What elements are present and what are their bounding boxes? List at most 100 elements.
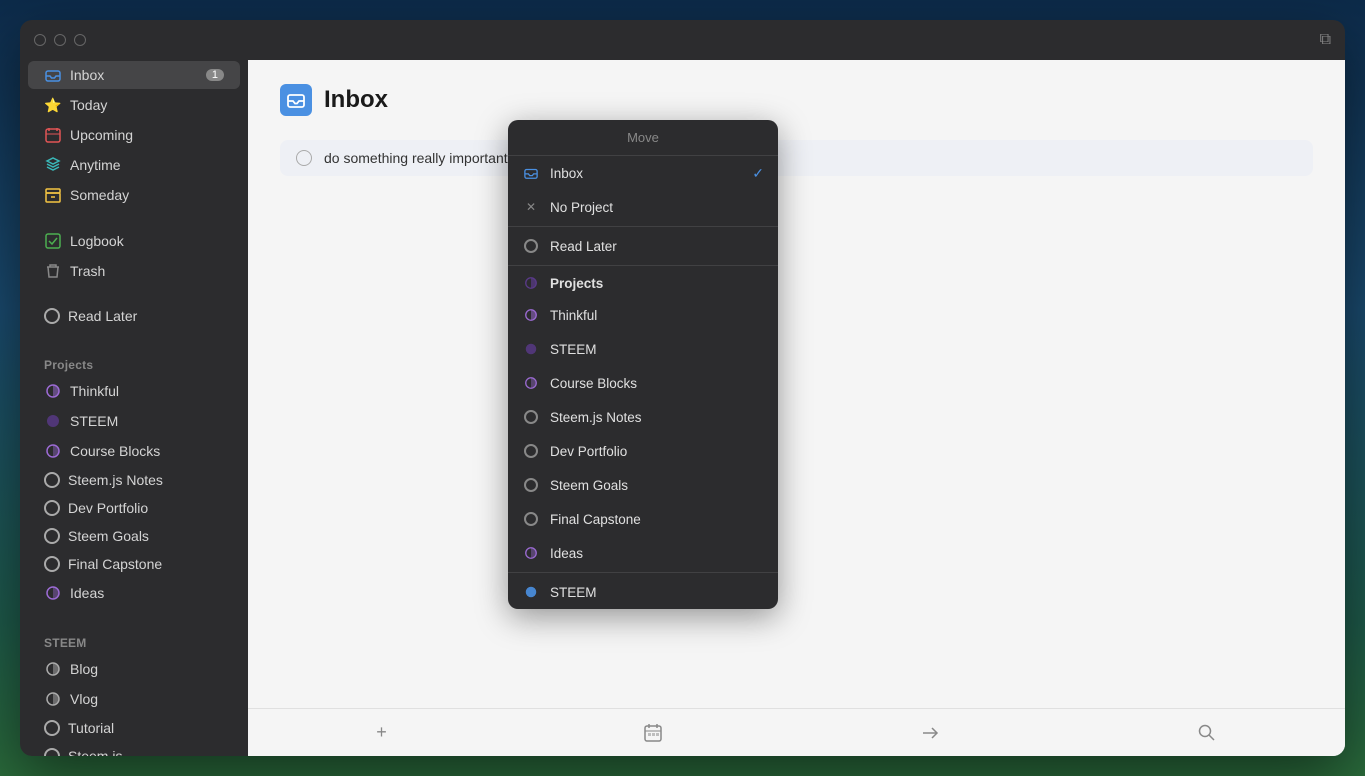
bottom-toolbar: + <box>248 708 1345 756</box>
sidebar-item-upcoming[interactable]: Upcoming <box>28 121 240 149</box>
popup-divider-2 <box>508 265 778 266</box>
popup-item-steem-js-notes[interactable]: Steem.js Notes <box>508 400 778 434</box>
sidebar-item-today[interactable]: ⭐ Today <box>28 91 240 119</box>
sidebar-item-thinkful[interactable]: Thinkful <box>28 377 240 405</box>
popup-item-no-project[interactable]: ✕ No Project <box>508 190 778 224</box>
popup-item-steem-area[interactable]: STEEM <box>508 575 778 609</box>
sidebar-item-label: Someday <box>70 187 129 203</box>
sidebar-item-label: Logbook <box>70 233 124 249</box>
sidebar-item-someday[interactable]: Someday <box>28 181 240 209</box>
maximize-button[interactable] <box>74 34 86 46</box>
steem-project-icon <box>44 412 62 430</box>
read-later-icon <box>44 308 60 324</box>
popup-item-label: Ideas <box>550 546 583 561</box>
window-control-icon[interactable]: ⧉ <box>1320 31 1331 49</box>
sidebar-item-label: Ideas <box>70 585 104 601</box>
sidebar-item-steem-goals[interactable]: Steem Goals <box>28 523 240 549</box>
main-area: Inbox 1 ⭐ Today Upcoming <box>20 60 1345 756</box>
popup-read-later-icon <box>522 237 540 255</box>
sidebar-item-label: Steem.js <box>68 748 122 756</box>
sidebar-item-ideas[interactable]: Ideas <box>28 579 240 607</box>
popup-thinkful-icon <box>522 306 540 324</box>
sidebar-item-dev-portfolio[interactable]: Dev Portfolio <box>28 495 240 521</box>
layers-icon <box>44 156 62 174</box>
popup-item-thinkful[interactable]: Thinkful <box>508 298 778 332</box>
add-button[interactable]: + <box>356 714 407 751</box>
popup-ideas-icon <box>522 544 540 562</box>
close-button[interactable] <box>34 34 46 46</box>
inbox-icon <box>44 66 62 84</box>
popup-item-inbox[interactable]: Inbox ✓ <box>508 156 778 190</box>
sidebar-item-steem-project[interactable]: STEEM <box>28 407 240 435</box>
popup-projects-icon <box>522 274 540 292</box>
course-blocks-icon <box>44 442 62 460</box>
popup-item-label: Dev Portfolio <box>550 444 627 459</box>
popup-item-ideas[interactable]: Ideas <box>508 536 778 570</box>
popup-section-projects: Projects <box>508 268 778 298</box>
sidebar-item-blog[interactable]: Blog <box>28 655 240 683</box>
sidebar-item-anytime[interactable]: Anytime <box>28 151 240 179</box>
popup-item-dev-portfolio[interactable]: Dev Portfolio <box>508 434 778 468</box>
sidebar-item-label: Steem Goals <box>68 528 149 544</box>
popup-item-label: STEEM <box>550 342 597 357</box>
sidebar-item-label: Steem.js Notes <box>68 472 163 488</box>
blog-icon <box>44 660 62 678</box>
popup-divider-1 <box>508 226 778 227</box>
popup-item-label: Read Later <box>550 239 617 254</box>
search-button[interactable] <box>1177 715 1237 751</box>
check-mark-icon: ✓ <box>752 165 764 182</box>
popup-course-blocks-icon <box>522 374 540 392</box>
content-area: Inbox do something really important + <box>248 60 1345 756</box>
sidebar-item-read-later[interactable]: Read Later <box>28 303 240 329</box>
popup-inbox-icon <box>522 164 540 182</box>
popup-steem-area-icon <box>522 583 540 601</box>
sidebar-item-steem-js-notes[interactable]: Steem.js Notes <box>28 467 240 493</box>
sidebar: Inbox 1 ⭐ Today Upcoming <box>20 60 248 756</box>
sidebar-item-label: Final Capstone <box>68 556 162 572</box>
task-item[interactable]: do something really important <box>280 140 1313 176</box>
inbox-badge: 1 <box>206 69 224 81</box>
sidebar-item-label: Vlog <box>70 691 98 707</box>
popup-item-label: Steem.js Notes <box>550 410 642 425</box>
sidebar-item-label: Dev Portfolio <box>68 500 148 516</box>
sidebar-item-label: Blog <box>70 661 98 677</box>
popup-projects-header: Projects <box>550 276 603 291</box>
sidebar-item-tutorial[interactable]: Tutorial <box>28 715 240 741</box>
sidebar-item-label: Tutorial <box>68 720 114 736</box>
sidebar-item-logbook[interactable]: Logbook <box>28 227 240 255</box>
sidebar-item-inbox[interactable]: Inbox 1 <box>28 61 240 89</box>
popup-item-course-blocks[interactable]: Course Blocks <box>508 366 778 400</box>
popup-item-steem-goals[interactable]: Steem Goals <box>508 468 778 502</box>
popup-item-label: Steem Goals <box>550 478 628 493</box>
sidebar-item-label: Trash <box>70 263 105 279</box>
sidebar-item-label: Course Blocks <box>70 443 160 459</box>
popup-item-steem[interactable]: STEEM <box>508 332 778 366</box>
popup-item-label: Inbox <box>550 166 583 181</box>
sidebar-item-final-capstone[interactable]: Final Capstone <box>28 551 240 577</box>
popup-steem-js-notes-icon <box>522 408 540 426</box>
sidebar-item-label: STEEM <box>70 413 118 429</box>
trash-icon <box>44 262 62 280</box>
projects-section-header: Projects <box>20 346 248 376</box>
sidebar-item-trash[interactable]: Trash <box>28 257 240 285</box>
task-text: do something really important <box>324 150 508 166</box>
sidebar-item-vlog[interactable]: Vlog <box>28 685 240 713</box>
sidebar-item-label: Thinkful <box>70 383 119 399</box>
calendar-button[interactable] <box>623 715 683 751</box>
title-bar: ⧉ <box>20 20 1345 60</box>
steem-js-icon <box>44 748 60 756</box>
vlog-icon <box>44 690 62 708</box>
popup-item-final-capstone[interactable]: Final Capstone <box>508 502 778 536</box>
task-checkbox[interactable] <box>296 150 312 166</box>
tutorial-icon <box>44 720 60 736</box>
app-window: ⧉ Inbox 1 ⭐ Today <box>20 20 1345 756</box>
forward-button[interactable] <box>900 715 960 751</box>
minimize-button[interactable] <box>54 34 66 46</box>
sidebar-item-label: Anytime <box>70 157 121 173</box>
popup-item-read-later[interactable]: Read Later <box>508 229 778 263</box>
popup-final-capstone-icon <box>522 510 540 528</box>
sidebar-item-course-blocks[interactable]: Course Blocks <box>28 437 240 465</box>
page-title: Inbox <box>324 86 388 114</box>
traffic-lights <box>34 34 86 46</box>
sidebar-item-steem-js[interactable]: Steem.js <box>28 743 240 756</box>
